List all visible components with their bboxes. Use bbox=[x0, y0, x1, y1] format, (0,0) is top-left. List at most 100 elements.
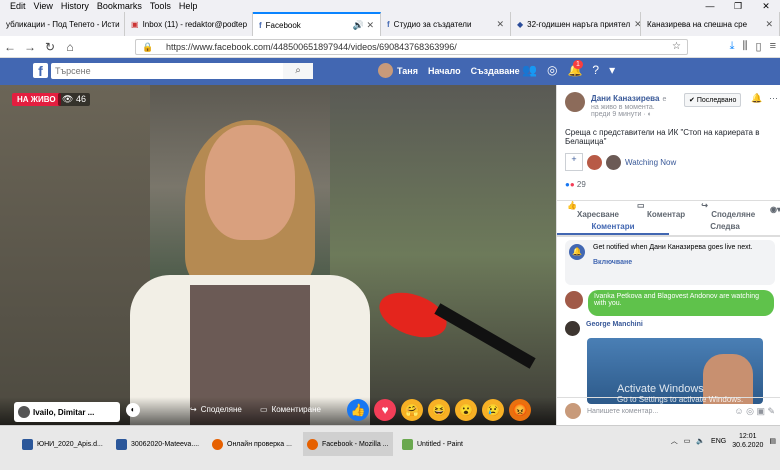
library-icon[interactable]: ⫼ bbox=[742, 40, 747, 53]
wow-icon[interactable]: 😮 bbox=[455, 399, 477, 421]
forward-icon[interactable]: → bbox=[20, 40, 40, 54]
watching-now-label[interactable]: Watching Now bbox=[625, 158, 676, 167]
download-icon[interactable]: ⤓ bbox=[730, 40, 735, 53]
time-text: преди 9 минути bbox=[591, 111, 642, 118]
address-field[interactable]: 🔒 https://www.facebook.com/4485006518979… bbox=[135, 39, 688, 55]
tab-comments[interactable]: Коментари bbox=[557, 218, 669, 235]
speaker-icon[interactable]: 🔊 ✕ bbox=[353, 20, 374, 31]
avatar[interactable] bbox=[565, 291, 583, 309]
tab-facebook[interactable]: f Facebook 🔊 ✕ bbox=[253, 12, 381, 36]
care-icon[interactable]: 🤗 bbox=[401, 399, 423, 421]
reaction-summary[interactable]: ●● 29 bbox=[565, 180, 586, 189]
haha-icon[interactable]: 😆 bbox=[428, 399, 450, 421]
viewer-count: 👁 46 bbox=[58, 93, 90, 106]
comment-placeholder: Напишете коментар... bbox=[587, 408, 659, 415]
turn-on-link[interactable]: Включване bbox=[593, 259, 771, 266]
sidebar-icon[interactable]: ▯ bbox=[756, 40, 762, 53]
facebook-logo[interactable]: f bbox=[33, 63, 48, 79]
menu-bookmarks[interactable]: Bookmarks bbox=[97, 0, 142, 12]
watching-message: Ivanka Petkova and Blagovest Andonov are… bbox=[588, 290, 774, 316]
profile-link[interactable]: Таня bbox=[378, 63, 418, 78]
menu-edit[interactable]: Edit bbox=[10, 0, 26, 12]
taskbar-word-2[interactable]: 30062020-Mateeva.... bbox=[112, 432, 203, 456]
clock[interactable]: 12:01 30.6.2020 bbox=[732, 432, 763, 450]
chevron-up-icon[interactable]: ︿ bbox=[671, 436, 678, 446]
nav-create[interactable]: Създаване bbox=[471, 66, 520, 76]
taskbar-label: ЮНИ_2020_Apis.d... bbox=[37, 440, 103, 448]
live-video[interactable]: НА ЖИВО 👁 46 bbox=[0, 85, 556, 425]
user-name: Таня bbox=[397, 65, 418, 76]
menu-tools[interactable]: Tools bbox=[150, 0, 171, 12]
messenger-icon[interactable]: ◎ bbox=[547, 63, 557, 77]
watcher-avatar[interactable] bbox=[587, 154, 602, 170]
emoji-icon[interactable]: ☺ ◎ ▣ ✎ bbox=[734, 406, 775, 417]
notify-text: Get notified when Дани Каназирева goes l… bbox=[593, 244, 753, 251]
close-tab-icon[interactable]: ✕ bbox=[496, 19, 504, 30]
menu-history[interactable]: History bbox=[61, 0, 89, 12]
watcher-avatar[interactable] bbox=[606, 154, 621, 170]
like-button[interactable]: 👍 Харесване bbox=[557, 201, 627, 219]
friends-icon[interactable]: 👥 bbox=[522, 63, 537, 77]
love-icon[interactable]: ♥ bbox=[374, 399, 396, 421]
tab-podtepeto[interactable]: убликации - Под Тепето - Исти✕ bbox=[0, 12, 125, 36]
tab-studio[interactable]: f Студио за създатели ✕ bbox=[381, 12, 511, 36]
angry-icon[interactable]: 😡 bbox=[509, 399, 531, 421]
commenters-chip[interactable]: Ivailo, Dimitar ... bbox=[14, 402, 120, 422]
home-icon[interactable]: ⌂ bbox=[60, 40, 80, 54]
reaction-picker[interactable]: ◉▾ bbox=[760, 205, 780, 214]
menu-help[interactable]: Help bbox=[179, 0, 198, 12]
taskbar-word-1[interactable]: ЮНИ_2020_Apis.d... bbox=[18, 432, 107, 456]
author-avatar[interactable] bbox=[565, 92, 585, 112]
close-tab-icon[interactable]: ✕ bbox=[634, 19, 640, 30]
nav-home[interactable]: Начало bbox=[428, 66, 461, 76]
more-icon[interactable]: ⋯ bbox=[769, 93, 778, 104]
dropdown-icon[interactable]: ▾ bbox=[609, 63, 615, 77]
avatar bbox=[565, 403, 581, 419]
reload-icon[interactable]: ↻ bbox=[40, 40, 60, 54]
taskbar-firefox-1[interactable]: Онлайн проверка ... bbox=[208, 432, 296, 456]
video-background-left bbox=[0, 85, 150, 425]
menu-view[interactable]: View bbox=[34, 0, 53, 12]
watermark-title: Activate Windows bbox=[617, 383, 704, 395]
close-icon[interactable]: ✕ bbox=[752, 0, 780, 12]
speaker-icon[interactable]: 🔈 bbox=[696, 437, 705, 445]
search-icon[interactable]: ⌕ bbox=[283, 63, 313, 79]
tab-label: убликации - Под Тепето - Исти bbox=[6, 19, 120, 29]
help-icon[interactable]: ? bbox=[592, 63, 599, 77]
taskbar-firefox-2[interactable]: Facebook - Mozilla ... bbox=[303, 432, 393, 456]
share-button[interactable]: ↪ Споделяне bbox=[190, 405, 242, 414]
minimize-icon[interactable]: — bbox=[696, 0, 724, 12]
sad-icon[interactable]: 😢 bbox=[482, 399, 504, 421]
share-button[interactable]: ↪ Споделяне bbox=[691, 201, 760, 219]
lock-icon[interactable]: 🔒 bbox=[142, 42, 153, 53]
taskbar-paint[interactable]: Untitled - Paint bbox=[398, 432, 467, 456]
post-time: преди 9 минути · ◐ bbox=[591, 111, 652, 118]
like-icon[interactable]: 👍 bbox=[347, 399, 369, 421]
comment-button[interactable]: ▭ Коментар bbox=[627, 201, 691, 219]
comment-author[interactable]: George Manchini bbox=[565, 321, 643, 336]
face bbox=[205, 125, 295, 240]
following-button[interactable]: ✔ Последвано bbox=[684, 93, 742, 107]
share-label: Споделяне bbox=[200, 405, 242, 414]
add-friend-icon[interactable]: + bbox=[565, 153, 583, 171]
network-icon[interactable]: ▭ bbox=[684, 437, 691, 445]
tab-news[interactable]: ◆ 32-годишен наръга приятел ✕ bbox=[511, 12, 641, 36]
bell-icon[interactable]: 🔔 bbox=[751, 93, 765, 107]
language-indicator[interactable]: ENG bbox=[711, 438, 726, 445]
notifications-icon[interactable]: ▤ bbox=[769, 437, 776, 445]
search-input[interactable]: Търсене ⌕ bbox=[51, 63, 313, 79]
author-block: Дани Каназирева е на живо в момента. пре… bbox=[565, 92, 666, 118]
tab-inbox[interactable]: ▣Inbox (11) - redaktor@podtep✕ bbox=[125, 12, 253, 36]
tab-label: Каназирева на спешна сре bbox=[647, 19, 748, 29]
tab-kanazireva[interactable]: Каназирева на спешна сре ✕ bbox=[641, 12, 780, 36]
comment-button[interactable]: ▭ Коментиране bbox=[260, 405, 321, 414]
author-status: на живо в момента. bbox=[591, 104, 655, 111]
star-icon[interactable]: ☆ bbox=[672, 41, 681, 52]
tab-up-next[interactable]: Следва bbox=[669, 218, 780, 235]
close-tab-icon[interactable]: ✕ bbox=[765, 19, 773, 30]
restore-icon[interactable]: ❐ bbox=[724, 0, 752, 12]
back-icon[interactable]: ← bbox=[0, 40, 20, 54]
author-name[interactable]: Дани Каназирева bbox=[591, 94, 659, 103]
menu-icon[interactable]: ≡ bbox=[770, 40, 776, 53]
globe-icon[interactable]: ◐ bbox=[126, 403, 140, 417]
